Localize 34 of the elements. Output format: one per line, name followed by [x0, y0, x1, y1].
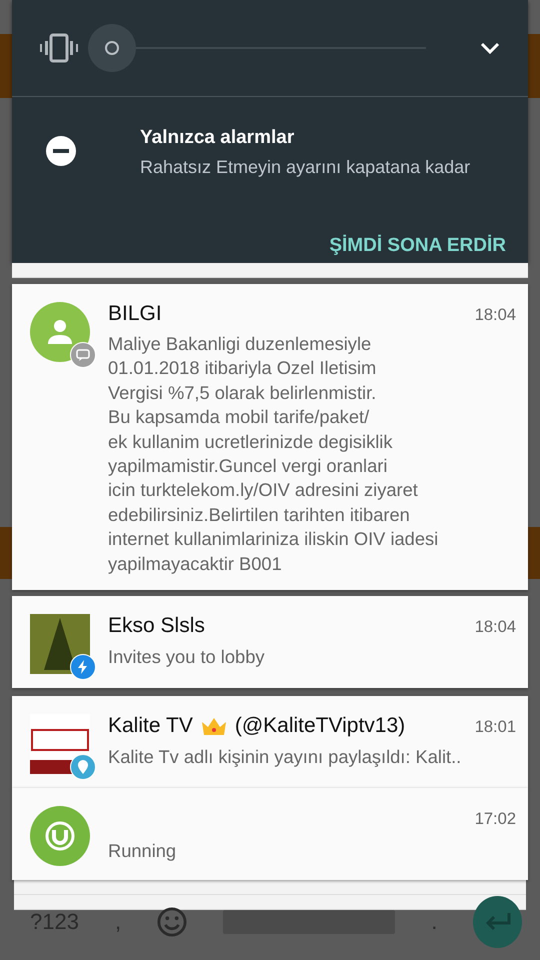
notification-time: 18:04	[474, 618, 516, 638]
notification-time: 18:04	[474, 306, 516, 326]
notification-message: Invites you to lobby	[108, 646, 266, 668]
lightning-badge-icon	[70, 654, 96, 680]
notification-title: BILGI	[108, 302, 162, 326]
notification-title: Kalite TV	[108, 714, 193, 738]
notification-card[interactable]: Ekso Slsls Invites you to lobby 18:04	[12, 596, 528, 688]
enter-arrow-icon	[484, 913, 511, 931]
location-pin-badge-icon	[70, 754, 96, 780]
notification-card[interactable]: Kalite TV (@KaliteTViptv13) Kalite Tv adlı kişinin yayını paylaşıldı: Kalit.. 18:01	[12, 696, 528, 788]
volume-slider[interactable]	[88, 24, 426, 72]
do-not-disturb-icon	[45, 135, 77, 167]
notification-message: Running	[108, 840, 178, 862]
notification-time: 17:02	[474, 810, 516, 830]
notification-card[interactable]	[12, 284, 528, 590]
vibrate-icon	[40, 33, 78, 63]
slider-thumb[interactable]	[105, 41, 119, 55]
chevron-down-icon[interactable]	[480, 42, 500, 54]
slider-thumb-halo	[88, 24, 136, 72]
end-now-button[interactable]: ŞİMDİ SONA ERDİR	[329, 230, 506, 263]
notification-title: (@KaliteTViptv13)	[234, 714, 406, 738]
notification-title: Ekso Slsls	[108, 614, 205, 638]
notification-message: Kalite Tv adlı kişinin yayını paylaşıldı: Kalit..	[108, 746, 457, 768]
dnd-subtitle: Rahatsız Etmeyin ayarını kapatana kadar	[140, 157, 472, 178]
message-badge-icon	[70, 342, 96, 368]
logo-placeholder	[30, 714, 90, 774]
dnd-title: Yalnızca alarmlar	[140, 127, 296, 149]
notification-time: 18:01	[474, 718, 516, 738]
photo-placeholder	[30, 614, 90, 674]
emoji-key-icon[interactable]	[157, 906, 188, 938]
notification-message: Maliye Bakanligi duzenlemesiyle 01.01.2018 itibariyla Ozel Iletisim Vergisi %7,5 olarak belirlenmistir. Bu kapsamda mobil tarife/paket/ ek kullanim ucretlerinizde degisiklik yapilmamistir.Guncel vergi oranlari icin turktelekom.ly/OIV adresini ziyaret edebilirsiniz.Belirtilen tarihten itibaren internet kullanimlariniza iliskin OIV iadesi yapilmayacaktir B001	[108, 332, 440, 576]
crown-icon	[200, 716, 227, 736]
notification-card[interactable]: Running 17:02	[12, 788, 528, 880]
enter-key[interactable]	[473, 896, 522, 948]
